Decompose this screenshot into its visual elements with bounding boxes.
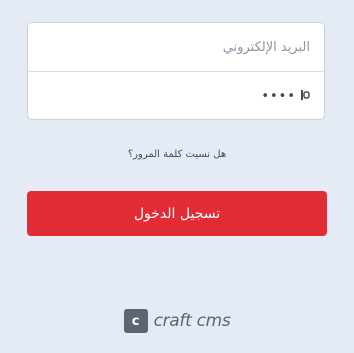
craft-cms-logo: c craft cms (0, 309, 354, 333)
email-field[interactable] (42, 39, 310, 55)
forgot-password-link[interactable]: هل نسيت كلمة المرور؟ (128, 149, 226, 160)
brand-name: craft cms (153, 311, 231, 331)
email-field-container (28, 23, 324, 72)
forgot-password-container: هل نسيت كلمة المرور؟ (0, 149, 354, 160)
craft-logo-icon: c (123, 309, 148, 333)
login-button[interactable]: تسجيل الدخول (27, 191, 327, 236)
login-form-card: •••• (27, 22, 325, 120)
password-value: •••• (261, 88, 296, 104)
password-field[interactable]: •••• (42, 89, 310, 104)
password-field-container[interactable]: •••• (28, 72, 324, 119)
password-reveal-icon[interactable] (300, 89, 310, 103)
eye-icon (301, 90, 310, 100)
